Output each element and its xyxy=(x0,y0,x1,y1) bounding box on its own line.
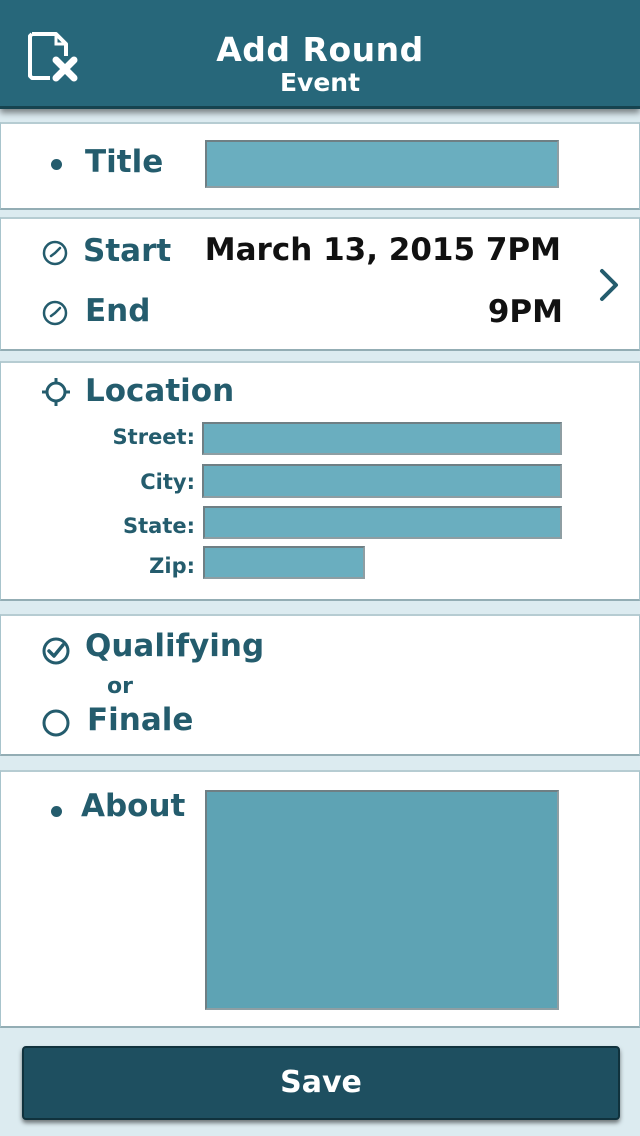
clock-icon xyxy=(42,240,68,266)
title-section: Title xyxy=(0,122,640,210)
location-label: Location xyxy=(85,373,235,409)
bullet-icon xyxy=(51,159,62,170)
chevron-right-icon[interactable] xyxy=(597,267,621,303)
zip-label: Zip: xyxy=(149,554,195,578)
page-title: Add Round xyxy=(216,30,424,69)
about-section: About xyxy=(0,770,640,1028)
save-button[interactable]: Save xyxy=(22,1046,620,1120)
end-value[interactable]: 9PM xyxy=(381,294,563,330)
state-label: State: xyxy=(122,514,195,538)
start-label: Start xyxy=(83,233,172,269)
state-input[interactable] xyxy=(203,506,562,539)
title-input[interactable] xyxy=(205,140,559,188)
location-section: Location Street: City: State: Zip: xyxy=(0,361,640,601)
city-label: City: xyxy=(140,470,195,494)
clock-icon xyxy=(42,300,68,326)
street-label: Street: xyxy=(112,425,195,449)
crosshair-icon xyxy=(42,378,70,406)
title-label: Title xyxy=(85,144,164,180)
about-label: About xyxy=(81,788,186,824)
header-bar: Add Round Event xyxy=(0,0,640,109)
end-label: End xyxy=(85,293,151,329)
page-subtitle: Event xyxy=(279,68,361,97)
finale-option[interactable]: Finale xyxy=(87,702,193,738)
start-value[interactable]: March 13, 2015 7PM xyxy=(181,232,561,268)
radio-unchecked-icon[interactable] xyxy=(41,708,71,738)
city-input[interactable] xyxy=(202,464,562,498)
zip-input[interactable] xyxy=(203,546,365,579)
qualifying-option[interactable]: Qualifying xyxy=(85,628,264,664)
or-text: or xyxy=(107,674,133,699)
round-type-section: Qualifying or Finale xyxy=(0,614,640,756)
about-textarea[interactable] xyxy=(205,790,559,1010)
radio-checked-icon[interactable] xyxy=(41,636,71,666)
datetime-section[interactable]: Start March 13, 2015 7PM End 9PM xyxy=(0,217,640,351)
bullet-icon xyxy=(51,806,62,817)
street-input[interactable] xyxy=(202,422,562,455)
